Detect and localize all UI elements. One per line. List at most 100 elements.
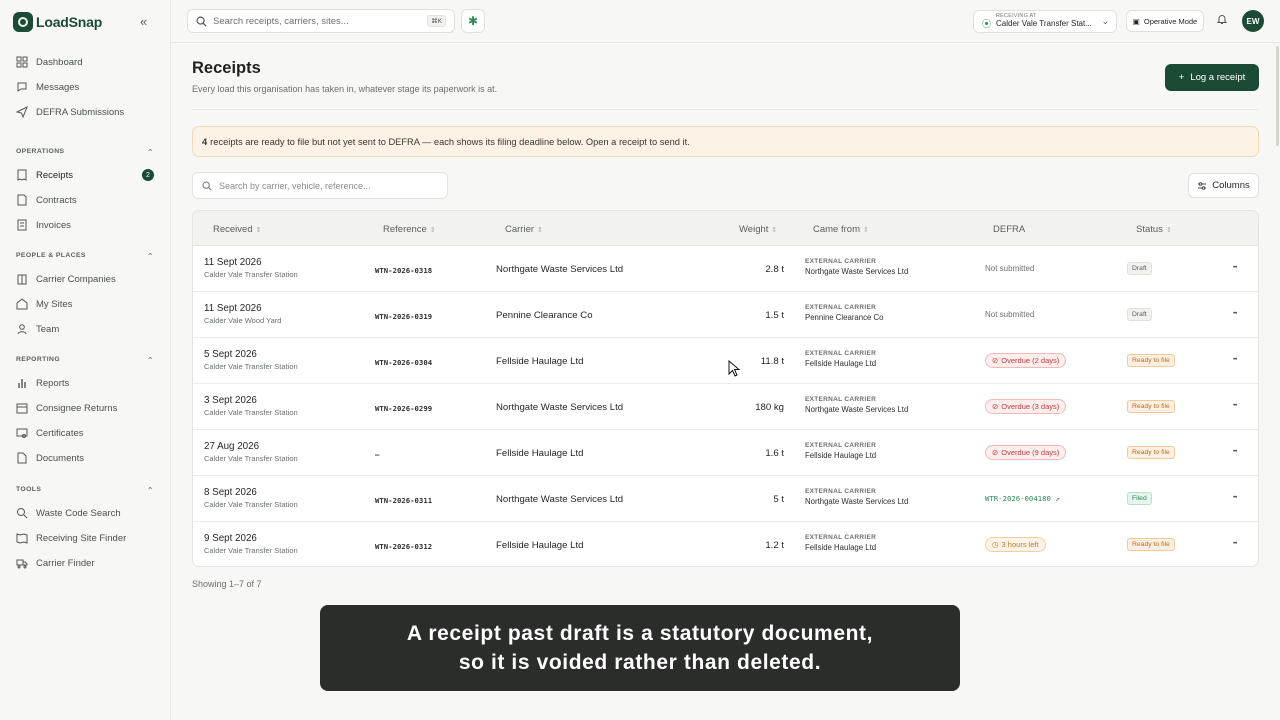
more-options-icon[interactable]: ••• — [1233, 449, 1237, 455]
sidebar-item-label: Receiving Site Finder — [36, 532, 127, 544]
column-header-received[interactable]: Received ⇕ — [213, 224, 261, 235]
receiving-site-value: Calder Vale Transfer Stat... — [996, 19, 1092, 28]
column-header-status[interactable]: Status ⇕ — [1136, 224, 1172, 235]
carrier-cell: Fellside Haulage Ltd — [496, 448, 584, 459]
section-title[interactable]: REPORTING ⌃ — [16, 356, 154, 365]
sidebar-item-reports[interactable]: Reports — [16, 375, 160, 391]
came-from-cell: EXTERNAL CARRIER Northgate Waste Services… — [805, 488, 908, 506]
caption-line-2: so it is voided rather than deleted. — [458, 651, 822, 674]
reference-cell: WTN-2026-0319 — [375, 312, 433, 321]
sidebar-item-label: Receipts — [36, 169, 73, 181]
table-header: Received ⇕ Reference ⇕ Carrier ⇕ Weight ⇕ Came f… — [193, 211, 1258, 246]
sidebar-item-certificates[interactable]: Certificates — [16, 425, 160, 441]
defra-cell: ◷ 3 hours left — [985, 537, 1046, 552]
calendar-icon — [16, 402, 28, 414]
receipt-icon — [16, 169, 28, 181]
sidebar-item-team[interactable]: Team — [16, 321, 160, 337]
scrollbar[interactable] — [1276, 46, 1279, 146]
came-from-name: Northgate Waste Services Ltd — [805, 267, 909, 276]
logo[interactable]: LoadSnap — [13, 12, 102, 32]
receipts-table: Received ⇕ Reference ⇕ Carrier ⇕ Weight ⇕ Came f… — [192, 210, 1259, 567]
sidebar-item-label: DEFRA Submissions — [36, 106, 125, 118]
more-options-icon[interactable]: ••• — [1233, 357, 1237, 363]
received-date: 8 Sept 2026 — [204, 487, 257, 498]
table-search-input[interactable]: Search by carrier, vehicle, reference... — [192, 172, 448, 199]
received-cell: 11 Sept 2026 Calder Vale Wood Yard — [204, 303, 281, 325]
avatar[interactable]: EW — [1242, 10, 1264, 32]
table-row[interactable]: 9 Sept 2026 Calder Vale Transfer Station W… — [193, 522, 1258, 566]
column-header-defra[interactable]: DEFRA — [993, 224, 1025, 235]
table-row[interactable]: 3 Sept 2026 Calder Vale Transfer Station W… — [193, 384, 1258, 430]
log-receipt-button[interactable]: + Log a receipt — [1165, 64, 1259, 91]
section-title[interactable]: PEOPLE & PLACES ⌃ — [16, 252, 154, 261]
came-from-type: EXTERNAL CARRIER — [805, 442, 877, 449]
more-options-icon[interactable]: ••• — [1233, 403, 1237, 409]
sidebar-item-my-sites[interactable]: My Sites — [16, 296, 160, 312]
more-options-icon[interactable]: ••• — [1233, 541, 1237, 547]
section-title-label: PEOPLE & PLACES — [16, 252, 86, 259]
location-pin-icon: ⦿ — [982, 19, 992, 29]
table-row[interactable]: 11 Sept 2026 Calder Vale Transfer Station… — [193, 246, 1258, 292]
sidebar-item-contracts[interactable]: Contracts — [16, 192, 160, 208]
carrier-cell: Northgate Waste Services Ltd — [496, 494, 624, 505]
more-options-icon[interactable]: ••• — [1233, 495, 1237, 501]
status-cell: Ready to file — [1127, 538, 1175, 551]
table-row[interactable]: 5 Sept 2026 Calder Vale Transfer Station W… — [193, 338, 1258, 384]
pagination-summary: Showing 1–7 of 7 — [192, 579, 262, 589]
mouse-cursor — [728, 359, 741, 380]
more-options-icon[interactable]: ••• — [1233, 311, 1237, 317]
table-row[interactable]: 27 Aug 2026 Calder Vale Transfer Station —… — [193, 430, 1258, 476]
reference-cell: — — [375, 450, 380, 459]
received-site: Calder Vale Transfer Station — [204, 362, 298, 371]
column-header-label: Reference — [383, 224, 427, 235]
more-options-icon[interactable]: ••• — [1233, 265, 1237, 271]
collapse-sidebar-icon[interactable]: « — [140, 14, 147, 29]
sidebar-item-documents[interactable]: Documents — [16, 450, 160, 466]
status-cell: Ready to file — [1127, 354, 1175, 367]
came-from-name: Fellside Haulage Ltd — [805, 359, 877, 368]
came-from-type: EXTERNAL CARRIER — [805, 488, 877, 495]
sidebar-item-label: Reports — [36, 377, 70, 389]
bell-icon[interactable] — [1216, 13, 1228, 28]
table-row[interactable]: 11 Sept 2026 Calder Vale Wood Yard WTN-202… — [193, 292, 1258, 338]
came-from-cell: EXTERNAL CARRIER Northgate Waste Services… — [805, 258, 908, 276]
sidebar-item-carrier-companies[interactable]: Carrier Companies — [16, 271, 160, 287]
sparkle-icon[interactable]: ✱ — [461, 9, 485, 33]
sidebar-item-waste-code-search[interactable]: Waste Code Search — [16, 505, 160, 521]
column-header-carrier[interactable]: Carrier ⇕ — [505, 224, 543, 235]
global-search-input[interactable]: Search receipts, carriers, sites... ⌘K — [187, 9, 455, 33]
came-from-cell: EXTERNAL CARRIER Fellside Haulage Ltd — [805, 442, 876, 460]
sidebar-item-dashboard[interactable]: Dashboard — [16, 54, 160, 70]
column-header-label: DEFRA — [993, 224, 1026, 235]
came-from-type: EXTERNAL CARRIER — [805, 304, 877, 311]
section-title[interactable]: TOOLS ⌃ — [16, 486, 154, 495]
app-name: LoadSnap — [36, 14, 103, 30]
carrier-cell: Pennine Clearance Co — [496, 310, 593, 321]
table-row[interactable]: 8 Sept 2026 Calder Vale Transfer Station W… — [193, 476, 1258, 522]
column-header-weight[interactable]: Weight ⇕ — [739, 224, 777, 235]
defra-deadline-text: Overdue (2 days) — [1001, 356, 1060, 365]
plus-icon: + — [1178, 72, 1185, 83]
reference-cell: WTN-2026-0318 — [375, 266, 433, 275]
sidebar-item-invoices[interactable]: Invoices — [16, 217, 160, 233]
sidebar-item-label: Carrier Finder — [36, 557, 95, 569]
defra-filing-link[interactable]: WTR-2026-004180 ↗ — [985, 494, 1060, 503]
alarm-off-icon: ⊘ — [992, 402, 999, 411]
sidebar-item-receipts[interactable]: Receipts 2 — [16, 167, 160, 183]
column-header-came-from[interactable]: Came from ⇕ — [813, 224, 869, 235]
sidebar-item-consignee-returns[interactable]: Consignee Returns — [16, 400, 160, 416]
column-header-reference[interactable]: Reference ⇕ — [383, 224, 436, 235]
sort-icon: ⇕ — [429, 227, 436, 234]
section-title[interactable]: OPERATIONS ⌃ — [16, 148, 154, 157]
operative-mode-button[interactable]: ▣ Operative Mode — [1126, 10, 1204, 32]
columns-button[interactable]: Columns — [1188, 173, 1259, 198]
receiving-site-select[interactable]: ⦿ RECEIVING AT Calder Vale Transfer Stat… — [973, 10, 1117, 33]
mode-label: Operative Mode — [1143, 16, 1198, 26]
sidebar-item-receiving-site-finder[interactable]: Receiving Site Finder — [16, 530, 160, 546]
status-cell: Ready to file — [1127, 400, 1175, 413]
sidebar-item-defra-submissions[interactable]: DEFRA Submissions — [16, 104, 160, 120]
came-from-type: EXTERNAL CARRIER — [805, 396, 877, 403]
received-cell: 5 Sept 2026 Calder Vale Transfer Station — [204, 349, 298, 371]
sidebar-item-carrier-finder[interactable]: Carrier Finder — [16, 555, 160, 571]
sidebar-item-messages[interactable]: Messages — [16, 79, 160, 95]
